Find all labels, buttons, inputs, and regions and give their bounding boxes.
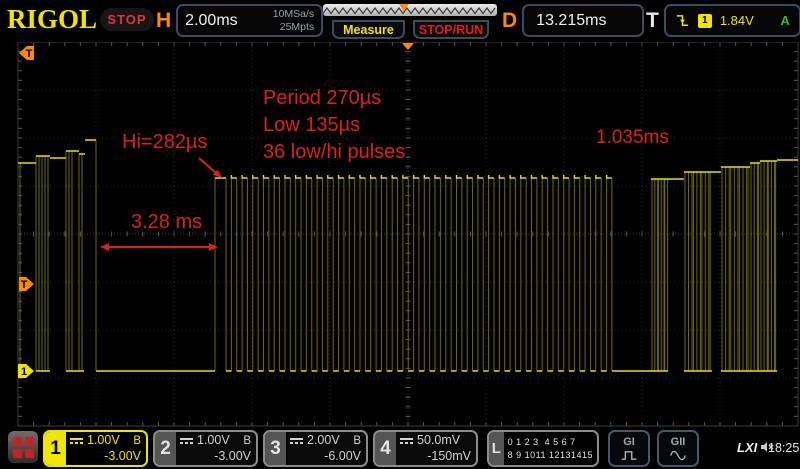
annotation-pulse-count: 36 low/hi pulses (263, 139, 405, 166)
falling-edge-icon (675, 13, 690, 28)
acquisition-info: 10MSa/s 25Mpts (273, 8, 314, 32)
generator-1-label: GI (623, 437, 635, 448)
channel-1-box[interactable]: 1 1.00V B -3.00V (43, 430, 148, 467)
channel-1-offset: -3.00V (70, 449, 141, 465)
trigger-level-marker[interactable]: T (19, 277, 34, 291)
logic-channels-box[interactable]: L 0 1 2 3 4 5 6 7 8 9 1011 12131415 (487, 430, 599, 467)
svg-text:T: T (21, 279, 28, 291)
trigger-mode-flag: A (780, 13, 789, 28)
annotation-low: Low 135µs (263, 112, 405, 139)
memory-depth: 25Mpts (280, 21, 314, 33)
channel-3-bandwidth: B (353, 434, 361, 448)
square-wave-icon (619, 450, 639, 461)
channel-4-scale: 50.0mV (417, 433, 460, 449)
stop-run-button[interactable]: STOP/RUN (413, 20, 489, 39)
horizontal-position-strip[interactable] (323, 4, 497, 16)
channel-2-box[interactable]: 2 1.00V B -3.00V (153, 430, 258, 467)
annotation-hi-time: Hi=282µs (122, 131, 207, 154)
d-label: D (502, 9, 517, 33)
t-label: T (646, 9, 659, 33)
timebase-panel[interactable]: 2.00ms 10MSa/s 25Mpts (176, 4, 323, 37)
dc-coupling-icon (70, 438, 83, 444)
channel-4-number: 4 (375, 432, 396, 465)
h-label: H (156, 9, 171, 33)
rigol-logo: RIGOL (7, 4, 97, 35)
svg-text:T: T (26, 48, 33, 60)
graticule[interactable]: T T 1 (0, 0, 800, 469)
memory-waveform-preview (323, 5, 497, 17)
delay-center-marker[interactable] (402, 43, 414, 50)
waveform-transitions (20, 140, 776, 371)
timebase-value: 2.00ms (185, 12, 237, 30)
annotation-period: Period 270µs (263, 85, 405, 112)
oscilloscope-screen: RIGOL STOP H 2.00ms 10MSa/s 25Mpts Measu… (0, 0, 800, 469)
lxi-logo: LXI (737, 440, 757, 455)
generator-1-box[interactable]: GI (608, 430, 650, 467)
dc-coupling-icon (180, 438, 193, 444)
channel-2-bandwidth: B (243, 434, 251, 448)
channel-1-bandwidth: B (133, 434, 141, 448)
delay-value: 13.215ms (536, 12, 606, 30)
annotation-period-block: Period 270µs Low 135µs 36 low/hi pulses (263, 85, 405, 166)
top-bar: RIGOL STOP H 2.00ms 10MSa/s 25Mpts Measu… (0, 0, 800, 42)
sine-wave-icon (668, 450, 688, 461)
trigger-source-badge: 1 (698, 14, 712, 28)
delay-panel[interactable]: 13.215ms (522, 4, 644, 37)
channel-3-scale: 2.00V (307, 433, 340, 449)
channel-4-box[interactable]: 4 50.0mV -150mV (373, 430, 478, 467)
menu-button[interactable] (8, 431, 38, 463)
channel-2-number: 2 (155, 432, 176, 465)
annotation-right-time: 1.035ms (596, 127, 669, 149)
dc-coupling-icon (290, 438, 303, 444)
logic-row-0-7: 0 1 2 3 4 5 6 7 (508, 436, 593, 448)
annotation-gap-time: 3.28 ms (131, 211, 202, 234)
channel-3-number: 3 (265, 432, 286, 465)
delay-box[interactable]: D 13.215ms (502, 4, 644, 37)
strip-trigger-position-marker (399, 4, 409, 11)
dc-coupling-icon (400, 438, 413, 444)
generator-2-box[interactable]: GII (657, 430, 699, 467)
ch1-ground-marker[interactable]: 1 (18, 364, 34, 378)
channel-3-offset: -6.00V (290, 449, 361, 465)
trigger-panel[interactable]: 1 1.84V A (664, 4, 800, 37)
channel-2-scale: 1.00V (197, 433, 230, 449)
trigger-box[interactable]: T 1 1.84V A (646, 4, 800, 37)
generator-2-label: GII (671, 437, 686, 448)
logic-row-8-15: 8 9 1011 12131415 (508, 449, 593, 461)
channel-2-offset: -3.00V (180, 449, 251, 465)
channel-4-offset: -150mV (400, 449, 471, 465)
channel-1-number: 1 (45, 432, 66, 465)
trigger-offscreen-marker[interactable]: T (19, 46, 34, 60)
measure-button[interactable]: Measure (332, 20, 405, 39)
logic-label: L (489, 432, 504, 465)
channel-1-scale: 1.00V (87, 433, 120, 449)
sample-rate: 10MSa/s (273, 8, 314, 20)
run-state-badge: STOP (100, 8, 154, 31)
horizontal-timebase-box[interactable]: H 2.00ms 10MSa/s 25Mpts (156, 4, 323, 37)
trigger-level-value: 1.84V (720, 13, 754, 28)
annotation-arrows (100, 158, 222, 251)
channel-3-box[interactable]: 3 2.00V B -6.00V (263, 430, 368, 467)
bottom-bar: 1 1.00V B -3.00V 2 1.00V B -3.00V (0, 427, 800, 469)
svg-text:1: 1 (21, 366, 27, 378)
clock: 18:25 (768, 441, 799, 455)
